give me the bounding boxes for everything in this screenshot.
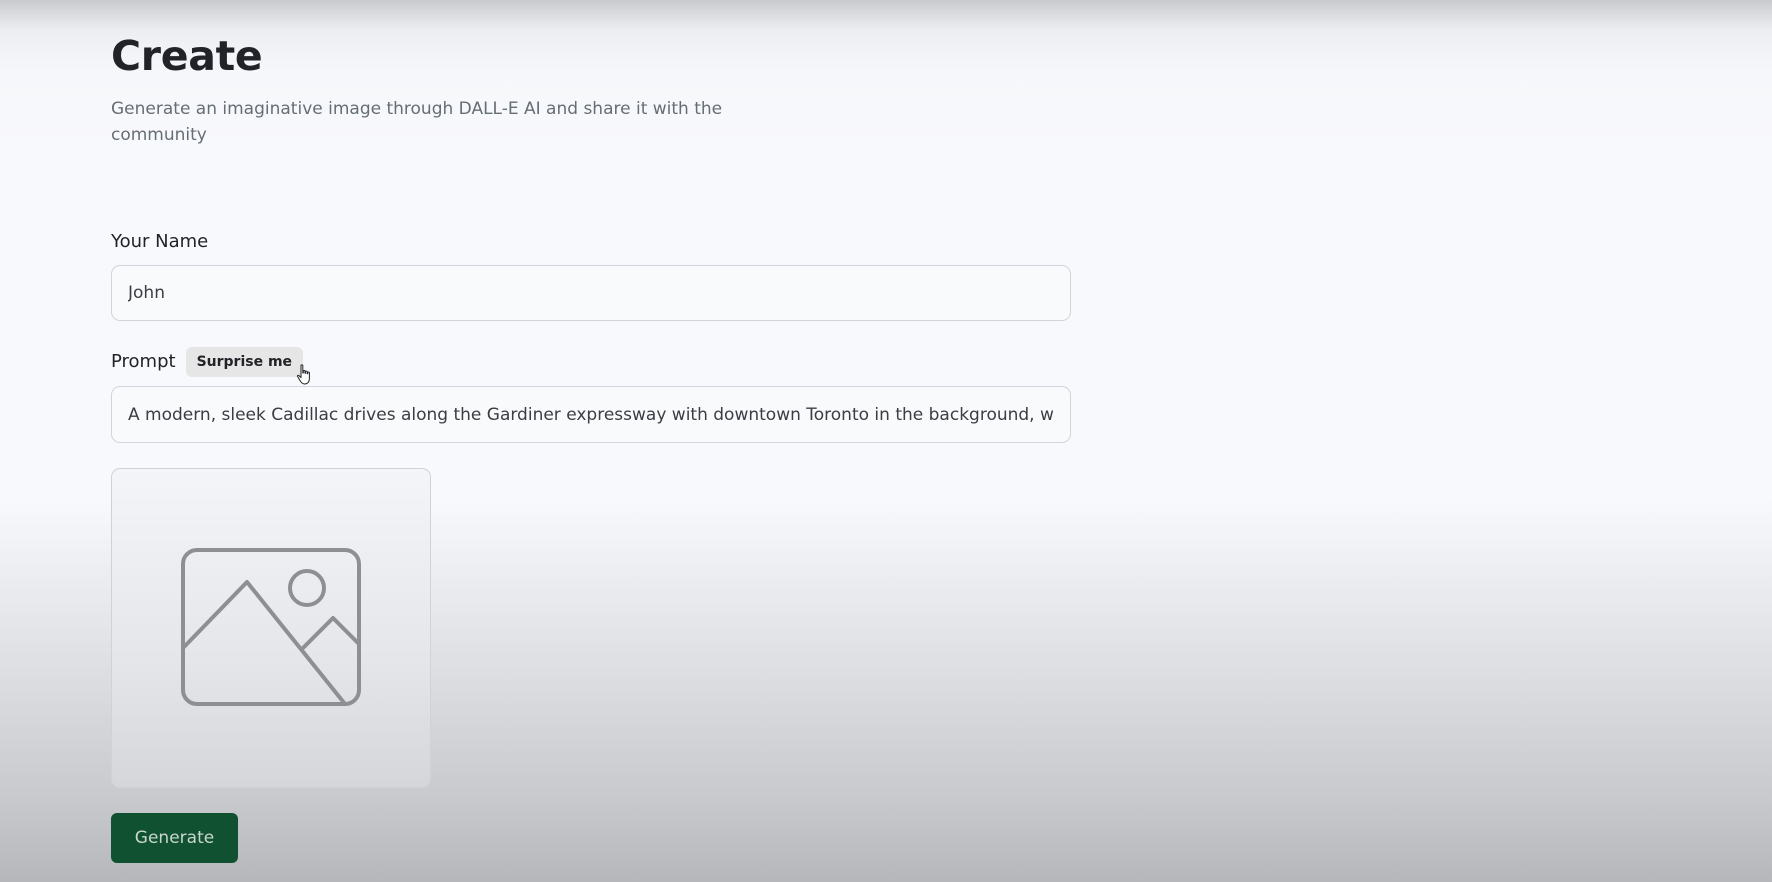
- image-preview: [111, 468, 431, 788]
- surprise-me-button[interactable]: Surprise me: [185, 347, 310, 385]
- page-subtitle: Generate an imaginative image through DA…: [111, 99, 723, 145]
- name-input[interactable]: [111, 265, 1071, 321]
- page-title: Create: [111, 32, 263, 80]
- hand-cursor-icon: [296, 364, 310, 385]
- prompt-input[interactable]: [111, 386, 1071, 443]
- prompt-label: Prompt: [111, 351, 176, 372]
- surprise-me-label: Surprise me: [196, 354, 293, 370]
- name-label: Your Name: [111, 231, 209, 252]
- prompt-row: Prompt Surprise me: [111, 347, 310, 385]
- image-placeholder-icon: [181, 548, 361, 706]
- generate-button[interactable]: Generate: [111, 813, 238, 863]
